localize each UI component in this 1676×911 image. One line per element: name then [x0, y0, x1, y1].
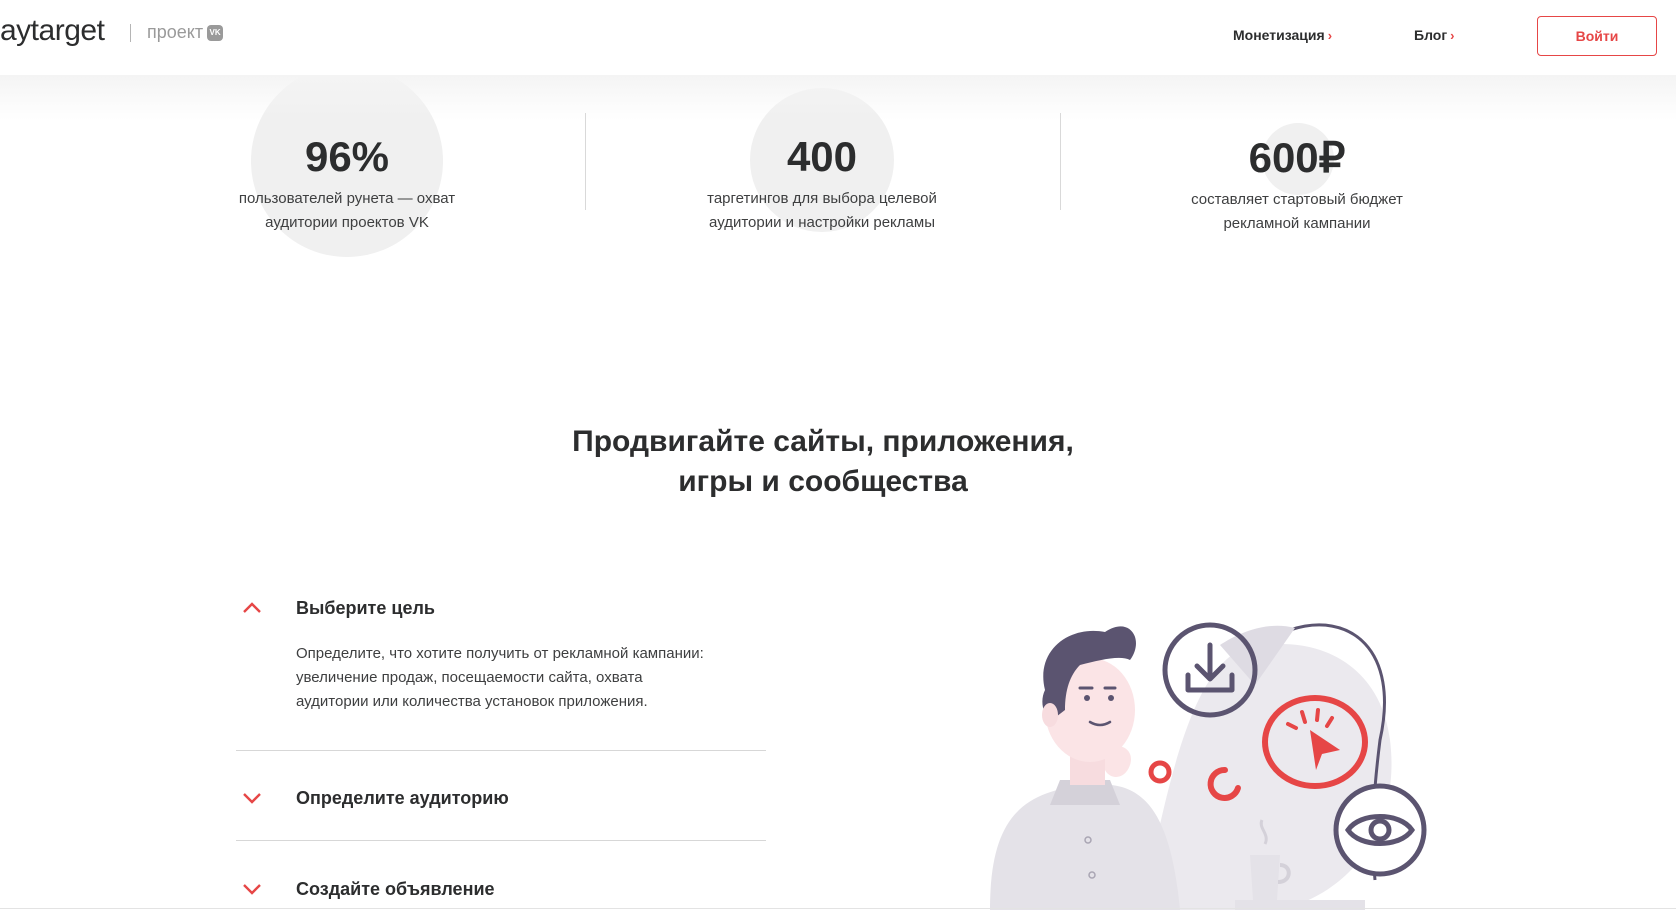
accordion-divider — [236, 750, 766, 751]
nav-blog-label: Блог — [1414, 27, 1448, 43]
accordion-divider — [236, 840, 766, 841]
stat-divider — [1060, 113, 1061, 210]
stat-description: пользователей рунета — охват аудитории п… — [187, 187, 507, 235]
accordion-title: Выберите цель — [296, 597, 435, 618]
chevron-right-icon: › — [1450, 27, 1455, 43]
stat-value: 600₽ — [1248, 134, 1346, 181]
stat-description: составляет стартовый бюджет рекламной ка… — [1137, 188, 1457, 236]
accordion-title: Создайте объявление — [296, 878, 495, 899]
stat-description-line: аудитории проектов VK — [265, 214, 429, 231]
stat-targetings: 400 таргетингов для выбора целевой аудит… — [662, 100, 982, 235]
headline-line: игры и сообщества — [678, 465, 968, 498]
stat-reach: 96% пользователей рунета — охват аудитор… — [187, 100, 507, 235]
logo[interactable]: aytarget — [0, 14, 105, 48]
accordion-item-ad: Создайте объявление — [236, 877, 766, 901]
chevron-up-icon — [236, 596, 296, 620]
nav-monetization-label: Монетизация — [1233, 27, 1325, 43]
stat-description-line: пользователей рунета — охват — [238, 190, 456, 207]
nav-blog[interactable]: Блог › — [1414, 27, 1455, 43]
eye-icon — [1333, 783, 1427, 877]
logo-divider — [130, 24, 131, 42]
accordion-item-goal: Выберите цель Определите, что хотите пол… — [236, 596, 766, 714]
accordion-title: Определите аудиторию — [296, 787, 509, 808]
vk-logo-icon: VK — [207, 24, 224, 41]
project-vk-label: проект VK — [147, 22, 224, 43]
stat-description-line: составляет стартовый бюджет — [1191, 191, 1403, 208]
stat-value: 96% — [304, 133, 390, 180]
stat-value: 400 — [786, 133, 858, 180]
stat-description-line: таргетингов для выбора целевой — [707, 190, 937, 207]
accordion-body: Определите, что хотите получить от рекла… — [296, 642, 756, 714]
stat-budget: 600₽ составляет стартовый бюджет рекламн… — [1137, 100, 1457, 236]
accordion-header[interactable]: Создайте объявление — [236, 877, 766, 901]
chevron-down-icon — [236, 877, 296, 901]
accordion-body-line: Определите, что хотите получить от рекла… — [296, 645, 704, 662]
accordion-item-audience: Определите аудиторию — [236, 786, 766, 810]
nav-monetization[interactable]: Монетизация › — [1233, 27, 1332, 43]
accordion-body-line: увеличение продаж, посещаемости сайта, о… — [296, 669, 643, 686]
headline-line: Продвигайте сайты, приложения, — [572, 425, 1074, 458]
stat-description: таргетингов для выбора целевой аудитории… — [662, 187, 982, 235]
accordion-header[interactable]: Выберите цель — [236, 596, 766, 620]
project-label: проект — [147, 22, 204, 42]
accordion-body-line: аудитории или количества установок прило… — [296, 693, 648, 710]
section-headline: Продвигайте сайты, приложения, игры и со… — [523, 422, 1123, 502]
stat-description-line: аудитории и настройки рекламы — [709, 214, 935, 231]
chevron-right-icon: › — [1327, 27, 1333, 43]
login-button[interactable]: Войти — [1537, 16, 1657, 56]
chevron-down-icon — [236, 786, 296, 810]
stat-description-line: рекламной кампании — [1223, 215, 1371, 232]
accordion-header[interactable]: Определите аудиторию — [236, 786, 766, 810]
page-bottom-divider — [0, 908, 1676, 909]
stat-divider — [585, 113, 586, 210]
site-header: aytarget проект VK Монетизация › Блог › … — [0, 0, 1676, 75]
promo-illustration — [990, 622, 1427, 910]
